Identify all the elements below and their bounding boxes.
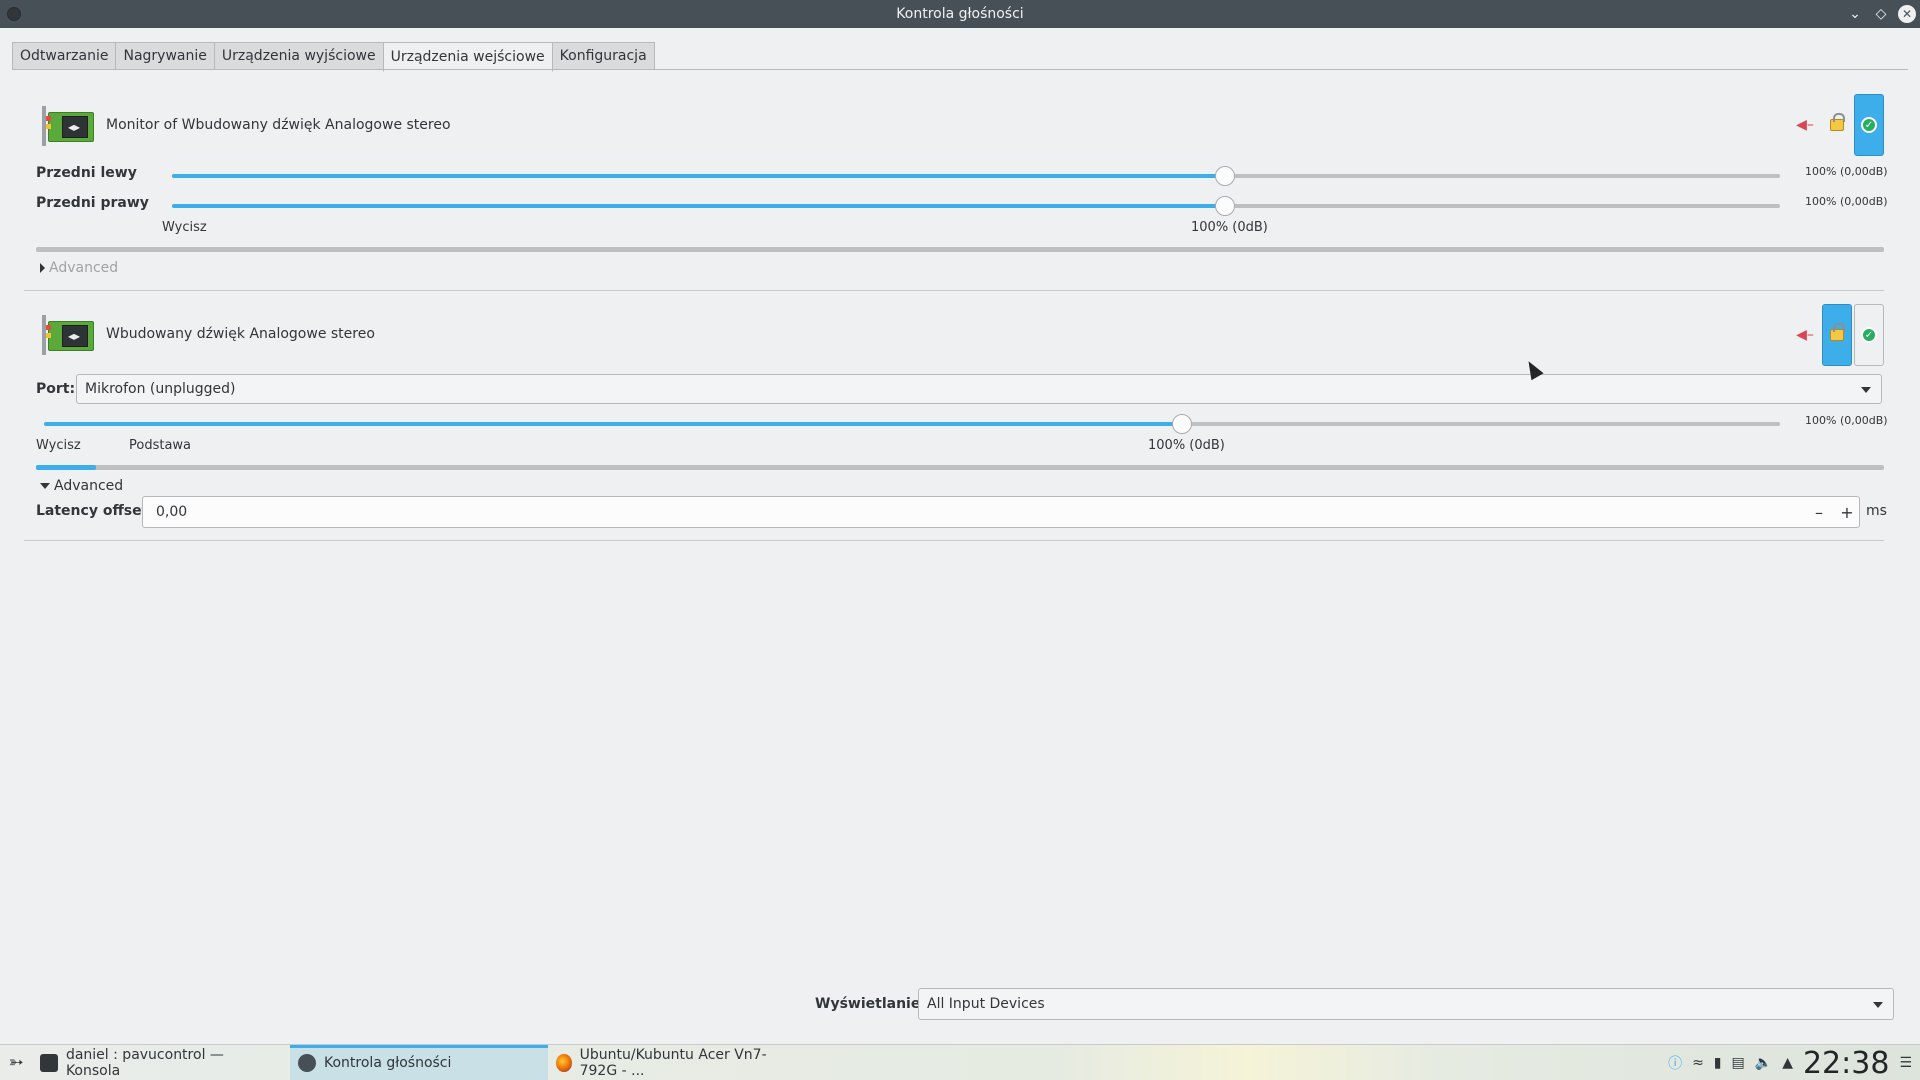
title-bar: Kontrola głośności ⌄ ◇ ✕	[0, 0, 1920, 28]
slider-handle[interactable]	[1172, 414, 1192, 434]
lock-icon	[1830, 323, 1845, 341]
advanced-expander[interactable]: Advanced	[40, 260, 118, 276]
device-name: Wbudowany dźwięk Analogowe stereo	[106, 326, 375, 342]
slider-fill	[172, 174, 1225, 178]
dropdown-arrow-icon	[1873, 1002, 1883, 1008]
set-default-button[interactable]: ✓	[1854, 304, 1884, 366]
firefox-icon	[556, 1053, 572, 1072]
volume-slider[interactable]	[172, 166, 1780, 186]
maximize-icon[interactable]: ◇	[1872, 5, 1890, 23]
battery-icon[interactable]: ▮	[1714, 1055, 1722, 1071]
slider-handle[interactable]	[1215, 166, 1235, 186]
display-filter-value: All Input Devices	[927, 996, 1045, 1012]
latency-value: 0,00	[156, 504, 188, 520]
volume-slider[interactable]	[172, 196, 1780, 216]
slider-handle[interactable]	[1215, 196, 1235, 216]
level-meter	[36, 247, 1884, 252]
advanced-label: Advanced	[49, 260, 119, 276]
close-icon[interactable]: ✕	[1898, 5, 1916, 23]
info-icon[interactable]: ⓘ	[1668, 1053, 1682, 1073]
channel-label: Przedni prawy	[36, 195, 149, 211]
device-separator	[24, 540, 1884, 541]
slider-fill	[172, 204, 1225, 208]
display-filter-select[interactable]: All Input Devices	[918, 988, 1894, 1020]
checkmark-icon: ✓	[1861, 117, 1877, 133]
expand-arrow-icon	[40, 263, 45, 273]
clock[interactable]: 22:38	[1803, 1046, 1889, 1080]
channel-value: 100% (0,00dB)	[1805, 414, 1888, 427]
level-meter-fill	[36, 465, 96, 470]
mute-button[interactable]: ◀–	[1790, 94, 1820, 156]
collapse-arrow-icon	[40, 483, 50, 489]
volume-icon[interactable]: 🔈	[1755, 1055, 1772, 1071]
port-select[interactable]: Mikrofon (unplugged)	[76, 374, 1882, 404]
speaker-muted-icon: ◀–	[1796, 117, 1814, 133]
advanced-expander[interactable]: Advanced	[40, 478, 123, 494]
minimize-icon[interactable]: ⌄	[1846, 5, 1864, 23]
channel-value: 100% (0,00dB)	[1805, 195, 1888, 208]
latency-label: Latency offset:	[36, 503, 154, 519]
display-filter-label: Wyświetlanie:	[815, 996, 926, 1012]
lock-channels-button[interactable]	[1822, 94, 1852, 156]
lock-channels-button[interactable]	[1822, 304, 1852, 366]
lock-icon	[1830, 113, 1845, 131]
channel-value: 100% (0,00dB)	[1805, 165, 1888, 178]
latency-unit: ms	[1866, 503, 1887, 519]
task-volume-control[interactable]: Kontrola głośności	[290, 1044, 548, 1080]
clipboard-icon[interactable]: ▤	[1732, 1055, 1745, 1071]
decrease-icon[interactable]: –	[1811, 503, 1827, 522]
checkmark-icon: ✓	[1861, 327, 1877, 343]
system-tray: ⓘ ≈ ▮ ▤ 🔈 ▲ 22:38 ☰	[1668, 1045, 1920, 1080]
task-label: Kontrola głośności	[324, 1054, 452, 1071]
tab-recording[interactable]: Nagrywanie	[115, 42, 215, 70]
sound-card-icon: ◂▸	[42, 315, 94, 355]
advanced-label: Advanced	[54, 478, 124, 494]
scale-base-label: Podstawa	[129, 438, 192, 453]
slider-fill	[44, 422, 1182, 426]
task-konsole[interactable]: daniel : pavucontrol — Konsola	[32, 1045, 290, 1080]
app-launcher-icon[interactable]: ➳	[0, 1045, 32, 1080]
scale-silence-label: Wycisz	[36, 438, 81, 453]
speaker-muted-icon: ◀–	[1796, 327, 1814, 343]
latency-offset-field[interactable]: 0,00 – +	[142, 496, 1860, 528]
taskbar: ➳ daniel : pavucontrol — Konsola Kontrol…	[0, 1044, 1920, 1080]
sound-card-icon: ◂▸	[42, 106, 94, 146]
port-label: Port:	[36, 381, 76, 397]
window-title: Kontrola głośności	[896, 6, 1024, 22]
menu-icon[interactable]: ☰	[1899, 1055, 1912, 1071]
tab-configuration[interactable]: Konfiguracja	[551, 42, 655, 70]
volume-control-icon	[298, 1053, 316, 1072]
task-label: daniel : pavucontrol — Konsola	[65, 1046, 224, 1079]
set-default-button[interactable]: ✓	[1854, 94, 1884, 156]
task-firefox[interactable]: Ubuntu/Kubuntu Acer Vn7-792G - ...	[548, 1045, 806, 1080]
tab-playback[interactable]: Odtwarzanie	[12, 42, 117, 70]
scale-silence-label: Wycisz	[162, 220, 207, 235]
device-separator	[24, 290, 1884, 291]
tab-output-devices[interactable]: Urządzenia wyjściowe	[213, 42, 384, 70]
terminal-icon	[40, 1053, 58, 1072]
tray-expand-icon[interactable]: ▲	[1782, 1055, 1793, 1071]
increase-icon[interactable]: +	[1839, 503, 1855, 522]
tab-divider	[12, 69, 1908, 70]
device-name: Monitor of Wbudowany dźwięk Analogowe st…	[106, 117, 451, 133]
task-label: Ubuntu/Kubuntu Acer Vn7-792G - ...	[579, 1046, 767, 1079]
mute-button[interactable]: ◀–	[1790, 304, 1820, 366]
tab-bar: Odtwarzanie Nagrywanie Urządzenia wyjści…	[12, 42, 655, 72]
scale-norm-label: 100% (0dB)	[1148, 438, 1225, 453]
channel-label: Przedni lewy	[36, 165, 137, 181]
dropdown-arrow-icon	[1861, 387, 1871, 393]
tab-input-devices[interactable]: Urządzenia wejściowe	[382, 42, 553, 72]
volume-slider[interactable]	[44, 414, 1780, 434]
scale-norm-label: 100% (0dB)	[1191, 220, 1268, 235]
window-menu-icon[interactable]	[7, 7, 21, 21]
wifi-icon[interactable]: ≈	[1692, 1055, 1704, 1071]
level-meter	[36, 465, 1884, 470]
port-value: Mikrofon (unplugged)	[85, 381, 236, 397]
